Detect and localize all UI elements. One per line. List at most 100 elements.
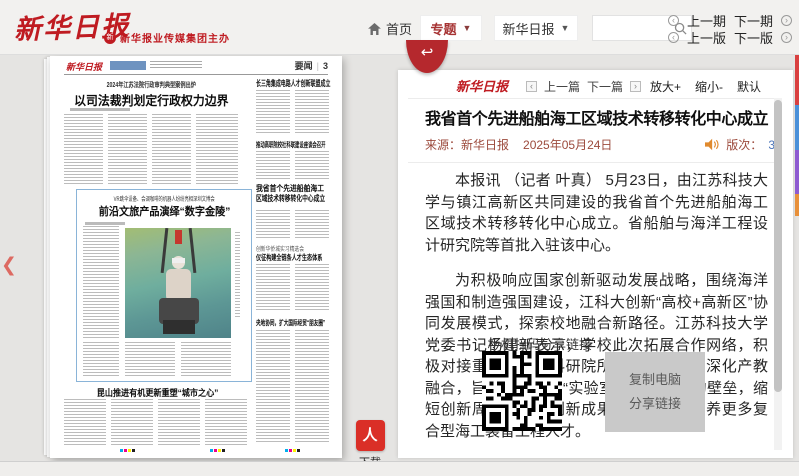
nav-paper-dropdown[interactable]: 新华日报 ▼ [494, 15, 578, 41]
lead-article-kicker: 2024年江苏法院行政审判典型案例出炉 [64, 80, 238, 90]
organizer-line: 新 新华报业传媒集团主办 [104, 30, 230, 45]
sim-text-column [256, 210, 290, 238]
headline-talent-ecosystem: 仪征构建全链条人才生态体系 [256, 252, 354, 263]
masthead-rule [64, 74, 328, 75]
article-body: 本报讯 （记者 叶真） 5月23日，由江苏科技大学与镇江高新区共同建设的我省首个… [425, 170, 768, 456]
copy-link-line2: 分享链接 [629, 392, 681, 416]
prev-page-button[interactable]: 上一版 [687, 28, 726, 47]
qr-code [482, 351, 562, 431]
sim-text-column [295, 330, 329, 442]
section-name: 要闻 [295, 59, 313, 72]
sim-text-column [295, 264, 329, 312]
prev-page-arrow[interactable]: ❮ [1, 254, 17, 277]
sim-text-column [295, 151, 329, 181]
sim-text-column [295, 210, 329, 238]
sim-text-column [256, 330, 290, 442]
article-reader-panel: 新华日报 ‹ 上一篇 下一篇 › 放大+ 缩小- 默认 我省首个先进船舶海工区域… [398, 70, 793, 458]
sim-text-column [125, 342, 175, 378]
headline-ic-alliance: 长三角集成电路人才创新联盟成立 [256, 78, 376, 89]
sim-text-column [83, 342, 119, 378]
vr-article-byline [85, 222, 125, 225]
reader-logo: 新华日报 [456, 76, 508, 95]
next-page-button[interactable]: 下一版 [734, 28, 773, 47]
next-page-icon[interactable]: › [781, 32, 792, 43]
home-icon [368, 23, 381, 35]
vertical-scrollbar-thumb[interactable] [774, 100, 782, 392]
sim-text-column [256, 151, 290, 181]
prev-issue-icon[interactable]: ‹ [668, 15, 679, 26]
horizontal-scrollbar-track[interactable] [0, 461, 799, 476]
source-label: 来源： [425, 136, 461, 153]
zoom-out-button[interactable]: 缩小- [695, 78, 723, 95]
source-value: 新华日报 [461, 136, 509, 153]
sim-text-column [83, 226, 119, 338]
newspaper-photo [125, 228, 231, 338]
edge-toolbar-red[interactable] [795, 55, 799, 105]
prev-article-icon[interactable]: ‹ [526, 81, 537, 92]
vr-article-box: VR跳伞设备、会调咖啡的机器人纷纷亮相深圳文博会 前沿文旅产品演绎“数字金陵” [76, 189, 252, 382]
sim-text-column [158, 399, 200, 446]
reader-toolbar: 新华日报 ‹ 上一篇 下一篇 › 放大+ 缩小- 默认 [398, 70, 793, 98]
chevron-down-icon: ▼ [561, 23, 570, 33]
publish-date: 2025年05月24日 [523, 136, 612, 153]
headline-kunshan: 昆山推进有机更新重塑“城市之心” [64, 386, 252, 399]
page-number: 3 [323, 61, 328, 71]
sim-text-column [256, 264, 290, 312]
issue-page-pager: ‹ 上一期 下一期 › ‹ 上一版 下一版 › [668, 12, 792, 46]
chevron-down-icon: ▼ [463, 23, 472, 33]
prev-article-button[interactable]: 上一篇 [544, 78, 580, 95]
sim-text-column [64, 114, 103, 186]
masthead-info-box [110, 61, 146, 70]
nav-topics-dropdown[interactable]: 专题 ▼ [420, 15, 482, 41]
newspaper-page-preview[interactable]: 新华日报 要闻|3 2024年江苏法院行政审判典型案例出炉 以司法裁判划定行政权… [50, 56, 342, 458]
zoom-in-button[interactable]: 放大+ [650, 78, 681, 95]
headline-trade-circle: 央地协同，扩大国际经贸“朋友圈” [256, 318, 361, 328]
nav-home-label: 首页 [386, 19, 412, 38]
article-meta: 来源： 新华日报 2025年05月24日 版次： 3 [425, 136, 775, 153]
headline-current-article[interactable]: 我省首个先进船舶海工 区域技术转移转化中心成立 [256, 184, 352, 204]
edition-label: 版次： [726, 136, 762, 153]
headline-symposium: 推动高职院校社科联建设座谈会召开 [256, 140, 368, 150]
sim-text-column [108, 114, 147, 186]
speaker-icon[interactable] [705, 138, 720, 151]
photo-caption-vertical [235, 232, 240, 318]
return-to-paper-button[interactable]: ↩ [406, 40, 448, 73]
nav-home[interactable]: 首页 [368, 19, 412, 38]
page-section-label: 要闻|3 [295, 59, 328, 72]
sim-text-column [64, 399, 106, 446]
next-issue-icon[interactable]: › [781, 15, 792, 26]
sim-text-column [196, 114, 238, 186]
zoom-default-button[interactable]: 默认 [737, 78, 761, 95]
print-registration-marks [285, 449, 300, 452]
search-input[interactable] [593, 16, 669, 40]
nav-paper-label: 新华日报 [503, 19, 555, 38]
divider [408, 162, 776, 163]
brand-emblem-icon: 新 [104, 32, 116, 44]
copy-link-line1: 复制电脑 [629, 368, 681, 392]
sim-text-column [295, 90, 329, 134]
divider [408, 98, 776, 99]
edge-toolbar-blue[interactable] [795, 105, 799, 150]
vr-article-kicker: VR跳伞设备、会调咖啡的机器人纷纷亮相深圳文博会 [79, 194, 249, 203]
edge-toolbar-purple[interactable] [795, 150, 799, 194]
sim-text-column [205, 399, 247, 446]
print-registration-marks [210, 449, 225, 452]
sim-text-column [152, 114, 191, 186]
lead-article-byline [70, 108, 130, 111]
next-article-button[interactable]: 下一篇 [587, 78, 623, 95]
edge-toolbar-orange[interactable] [795, 194, 799, 216]
print-registration-marks [120, 449, 135, 452]
vr-article-headline: 前沿文旅产品演绎“数字金陵” [79, 203, 249, 219]
nav-topics-label: 专题 [431, 19, 457, 38]
article-paragraph: 本报讯 （记者 叶真） 5月23日，由江苏科技大学与镇江高新区共同建设的我省首个… [425, 170, 768, 256]
next-article-icon[interactable]: › [630, 81, 641, 92]
sim-text-column [181, 342, 231, 378]
masthead-info-lines [150, 61, 202, 70]
sim-text-column [256, 90, 290, 134]
prev-page-icon[interactable]: ‹ [668, 32, 679, 43]
masthead-logo: 新华日报 [66, 60, 102, 73]
sim-text-column [111, 399, 153, 446]
copy-share-link-button[interactable]: 复制电脑 分享链接 [605, 352, 705, 432]
article-title: 我省首个先进船舶海工区域技术转移转化中心成立 [425, 105, 775, 129]
pdf-icon: 人 [356, 420, 385, 451]
